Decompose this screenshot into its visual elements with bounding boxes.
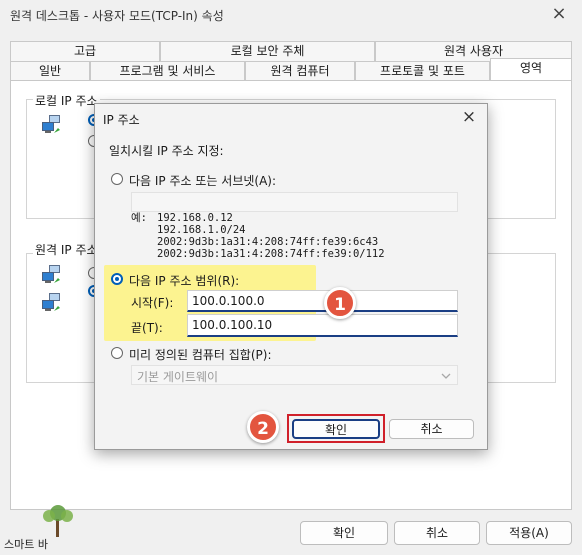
tree-logo-icon xyxy=(43,505,73,537)
computers-icon xyxy=(42,293,60,311)
window-title: 원격 데스크톱 - 사용자 모드(TCP-In) 속성 xyxy=(10,9,224,23)
ok-button[interactable]: 확인 xyxy=(300,521,388,545)
example-line: 2002:9d3b:1a31:4:208:74ff:fe39:0/112 xyxy=(157,248,385,260)
window-close-button[interactable]: × xyxy=(548,4,570,24)
chevron-down-icon xyxy=(441,373,451,379)
example-label: 예: xyxy=(131,212,147,224)
tab-remote-computers[interactable]: 원격 컴퓨터 xyxy=(245,61,355,81)
example-line: 192.168.0.12 xyxy=(157,212,233,224)
to-input[interactable]: 100.0.100.10 xyxy=(187,314,458,337)
tab-programs-services[interactable]: 프로그램 및 서비스 xyxy=(90,61,245,81)
range-radio[interactable] xyxy=(111,273,123,285)
tab-protocols-ports[interactable]: 프로토콜 및 포트 xyxy=(355,61,490,81)
step-badge: 2 xyxy=(247,411,279,443)
from-input[interactable]: 100.0.100.0 xyxy=(187,290,458,312)
dialog-cancel-button[interactable]: 취소 xyxy=(389,419,474,439)
step-badge: 1 xyxy=(324,287,356,319)
example-line: 192.168.1.0/24 xyxy=(157,224,246,236)
local-ip-group-label: 로컬 IP 주소 xyxy=(33,92,100,109)
predefined-radio-label: 미리 정의된 컴퓨터 집합(P): xyxy=(129,348,272,362)
computers-icon xyxy=(42,115,60,133)
to-label: 끝(T): xyxy=(131,321,163,335)
predefined-select-value: 기본 게이트웨이 xyxy=(137,370,219,384)
tab-advanced[interactable]: 고급 xyxy=(10,41,160,61)
dialog-title: IP 주소 xyxy=(103,113,140,127)
tab-local-principals[interactable]: 로컬 보안 주체 xyxy=(160,41,375,61)
apply-button[interactable]: 적용(A) xyxy=(486,521,572,545)
subnet-radio[interactable] xyxy=(111,173,123,185)
tab-scope[interactable]: 영역 xyxy=(490,58,572,81)
example-line: 2002:9d3b:1a31:4:208:74ff:fe39:6c43 xyxy=(157,236,379,248)
dialog-close-button[interactable]: × xyxy=(459,107,479,127)
dialog-prompt: 일치시킬 IP 주소 지정: xyxy=(109,144,224,158)
computers-icon xyxy=(42,265,60,283)
predefined-radio[interactable] xyxy=(111,347,123,359)
from-label: 시작(F): xyxy=(131,296,174,310)
cancel-button[interactable]: 취소 xyxy=(394,521,480,545)
subnet-input[interactable] xyxy=(131,192,458,212)
remote-ip-group-label: 원격 IP 주소 xyxy=(33,241,100,258)
range-radio-label: 다음 IP 주소 범위(R): xyxy=(129,274,240,288)
watermark-text: 스마트 바 xyxy=(4,538,48,551)
subnet-radio-label: 다음 IP 주소 또는 서브넷(A): xyxy=(129,174,277,188)
ip-address-dialog: IP 주소 × 일치시킬 IP 주소 지정: 다음 IP 주소 또는 서브넷(A… xyxy=(94,103,488,450)
tab-general[interactable]: 일반 xyxy=(10,61,90,81)
dialog-ok-button[interactable]: 확인 xyxy=(292,419,380,439)
